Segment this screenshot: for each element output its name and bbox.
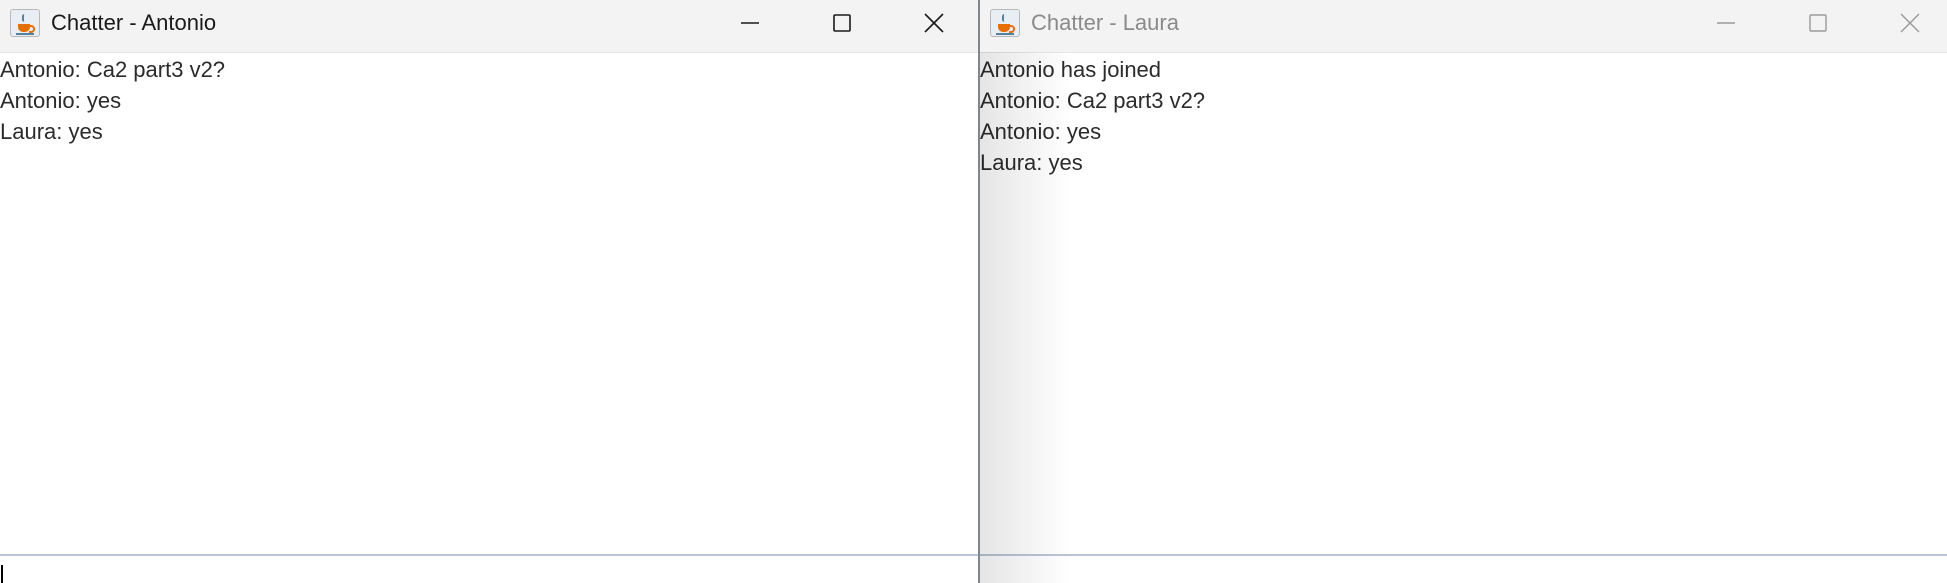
maximize-icon [833, 14, 851, 32]
chat-window-antonio: Chatter - Antonio Antonio: Ca2 part3 v2?… [0, 0, 978, 583]
maximize-icon [1809, 14, 1827, 32]
message-line: Antonio: Ca2 part3 v2? [980, 88, 1206, 113]
title-bar[interactable]: Chatter - Laura [980, 0, 1947, 53]
close-icon [1900, 13, 1920, 33]
message-input[interactable] [980, 554, 1947, 583]
window-title: Chatter - Laura [1031, 10, 1179, 35]
message-line: Antonio: yes [0, 88, 122, 113]
message-line: Antonio: yes [980, 119, 1102, 144]
maximize-button[interactable] [1788, 6, 1848, 40]
minimize-icon [741, 22, 759, 24]
message-line: Laura: yes [980, 150, 1083, 175]
maximize-button[interactable] [812, 6, 872, 40]
minimize-button[interactable] [720, 6, 780, 40]
message-line: Antonio: Ca2 part3 v2? [0, 57, 226, 82]
message-input[interactable] [0, 554, 978, 583]
chat-window-laura: Chatter - Laura Antonio has joined Anton… [980, 0, 1947, 583]
title-bar[interactable]: Chatter - Antonio [0, 0, 978, 53]
minimize-button[interactable] [1696, 6, 1756, 40]
close-button[interactable] [904, 6, 964, 40]
java-app-icon[interactable] [990, 9, 1020, 37]
java-app-icon[interactable] [10, 9, 40, 37]
message-line: Antonio has joined [980, 57, 1162, 82]
close-button[interactable] [1880, 6, 1940, 40]
text-caret [1, 565, 3, 583]
message-log[interactable]: Antonio: Ca2 part3 v2? Antonio: yes Laur… [0, 54, 978, 147]
message-log[interactable]: Antonio has joined Antonio: Ca2 part3 v2… [980, 54, 1947, 178]
message-line: Laura: yes [0, 119, 103, 144]
minimize-icon [1717, 22, 1735, 24]
close-icon [924, 13, 944, 33]
window-title: Chatter - Antonio [51, 10, 217, 35]
